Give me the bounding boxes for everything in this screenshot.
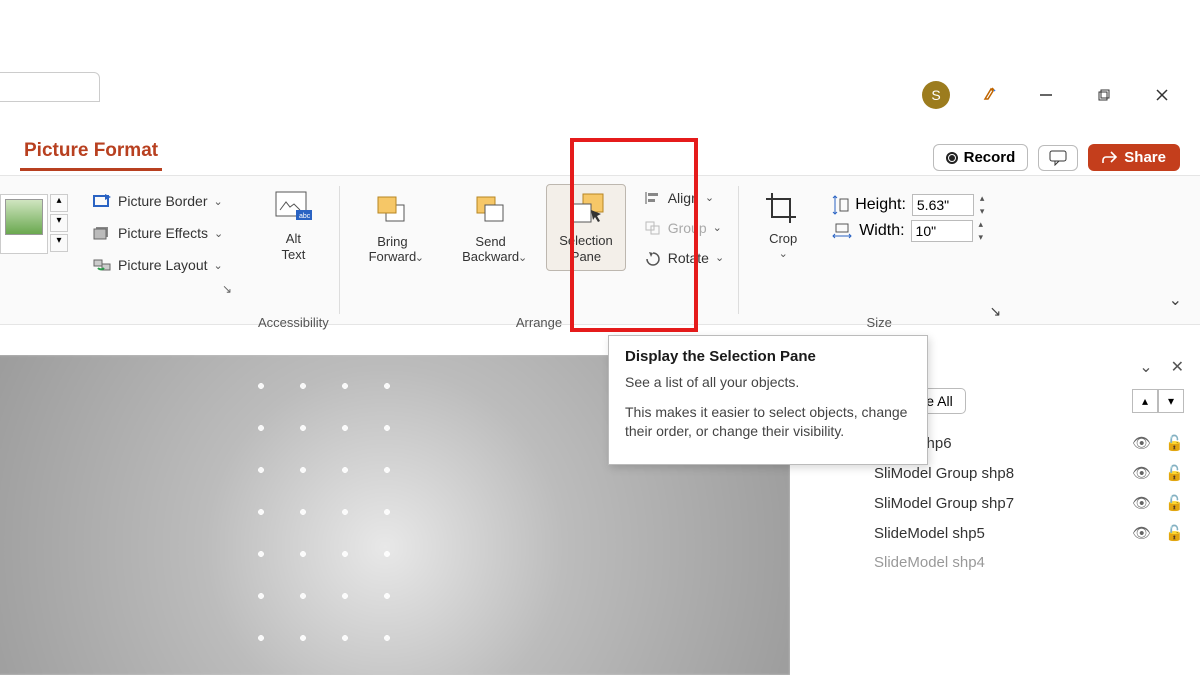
record-button[interactable]: Record xyxy=(933,144,1029,171)
gallery-more-icon[interactable]: ▾ xyxy=(50,234,68,252)
selection-pane-options-icon[interactable]: ⌄ xyxy=(1139,357,1152,377)
restore-button[interactable] xyxy=(1096,87,1124,103)
gallery-up-icon[interactable]: ▴ xyxy=(50,194,68,212)
selection-pane-close-icon[interactable]: ✕ xyxy=(1171,357,1184,377)
alt-text-label: Alt Text xyxy=(281,231,305,262)
lock-icon[interactable]: 🔓 xyxy=(1165,434,1184,452)
list-item[interactable]: SlideModel shp5👁🔓 xyxy=(874,518,1184,548)
align-button[interactable]: Align ⌄ xyxy=(640,188,728,208)
list-item[interactable]: SlideModel shp4 xyxy=(874,548,1184,577)
tooltip-title: Display the Selection Pane xyxy=(625,348,911,365)
picture-effects-icon xyxy=(92,224,112,242)
send-backward-button[interactable]: Send Backward ⌄ xyxy=(443,184,538,271)
lock-icon[interactable]: 🔓 xyxy=(1165,464,1184,482)
gallery-down-icon[interactable]: ▾ xyxy=(50,214,68,232)
comments-button[interactable] xyxy=(1038,145,1078,171)
record-icon xyxy=(946,152,958,164)
user-avatar[interactable]: S xyxy=(922,81,950,109)
selection-pane-icon xyxy=(567,191,605,229)
tab-picture-format[interactable]: Picture Format xyxy=(20,138,162,171)
bring-forward-icon xyxy=(373,192,411,230)
tooltip-line1: See a list of all your objects. xyxy=(625,373,911,393)
picture-style-gallery[interactable] xyxy=(0,194,48,254)
eye-icon[interactable]: 👁 xyxy=(1132,524,1151,542)
accessibility-group-label: Accessibility xyxy=(258,315,329,330)
collapse-ribbon-icon[interactable]: ⌄ xyxy=(1169,290,1182,310)
width-field[interactable]: Width: ▴▾ xyxy=(831,220,984,242)
move-down-button[interactable]: ▾ xyxy=(1158,389,1184,413)
arrange-group-label: Arrange xyxy=(350,315,728,330)
group-button: Group ⌄ xyxy=(640,218,728,238)
rotate-button[interactable]: Rotate ⌄ xyxy=(640,248,728,268)
send-backward-icon xyxy=(472,192,510,230)
crop-icon xyxy=(764,189,802,227)
tab-row: Picture Format Record Share xyxy=(20,138,1180,171)
svg-text:abc: abc xyxy=(299,213,311,220)
selection-pane-button[interactable]: Selection Pane xyxy=(546,184,625,271)
lock-icon[interactable]: 🔓 xyxy=(1165,524,1184,542)
move-up-button[interactable]: ▴ xyxy=(1132,389,1158,413)
width-icon xyxy=(831,222,853,240)
height-input[interactable] xyxy=(912,194,974,216)
tooltip-selection-pane: Display the Selection Pane See a list of… xyxy=(608,335,928,465)
align-icon xyxy=(644,190,662,206)
width-input[interactable] xyxy=(911,220,973,242)
alt-text-button[interactable]: abc Alt Text xyxy=(259,184,327,267)
crop-button[interactable]: Crop ⌄ xyxy=(749,184,817,265)
picture-border-icon xyxy=(92,192,112,210)
list-item[interactable]: SliModel Group shp7👁🔓 xyxy=(874,488,1184,518)
lock-icon[interactable]: 🔓 xyxy=(1165,494,1184,512)
size-launcher-icon[interactable]: ↘ xyxy=(989,303,1001,320)
eye-icon[interactable]: 👁 xyxy=(1132,494,1151,512)
rotate-icon xyxy=(644,250,662,266)
picture-effects-button[interactable]: Picture Effects ⌄ xyxy=(88,222,238,244)
decorative-dots xyxy=(240,365,410,665)
minimize-button[interactable] xyxy=(1038,87,1066,103)
height-field[interactable]: Height: ▴▾ xyxy=(831,194,984,216)
title-bar: S xyxy=(922,70,1200,120)
height-spin-down[interactable]: ▾ xyxy=(980,207,985,216)
coming-soon-icon[interactable] xyxy=(980,85,1008,105)
height-icon xyxy=(831,194,849,216)
picture-styles-launcher-icon[interactable]: ↘ xyxy=(222,282,238,296)
picture-layout-icon xyxy=(92,256,112,274)
tooltip-line2: This makes it easier to select objects, … xyxy=(625,403,911,442)
eye-icon[interactable]: 👁 xyxy=(1132,464,1151,482)
width-spin-up[interactable]: ▴ xyxy=(979,220,984,229)
picture-border-button[interactable]: Picture Border ⌄ xyxy=(88,190,238,212)
share-button[interactable]: Share xyxy=(1088,144,1180,171)
group-icon xyxy=(644,220,662,236)
eye-icon[interactable]: 👁 xyxy=(1132,434,1151,452)
picture-layout-button[interactable]: Picture Layout ⌄ xyxy=(88,254,238,276)
width-spin-down[interactable]: ▾ xyxy=(979,233,984,242)
height-spin-up[interactable]: ▴ xyxy=(980,194,985,203)
bring-forward-button[interactable]: Bring Forward ⌄ xyxy=(350,184,435,271)
close-window-button[interactable] xyxy=(1154,87,1182,103)
ribbon: ▴ ▾ ▾ Picture Border ⌄ Picture Effects ⌄… xyxy=(0,175,1200,325)
alt-text-icon: abc xyxy=(274,189,312,227)
size-group-label: Size xyxy=(749,315,1009,330)
